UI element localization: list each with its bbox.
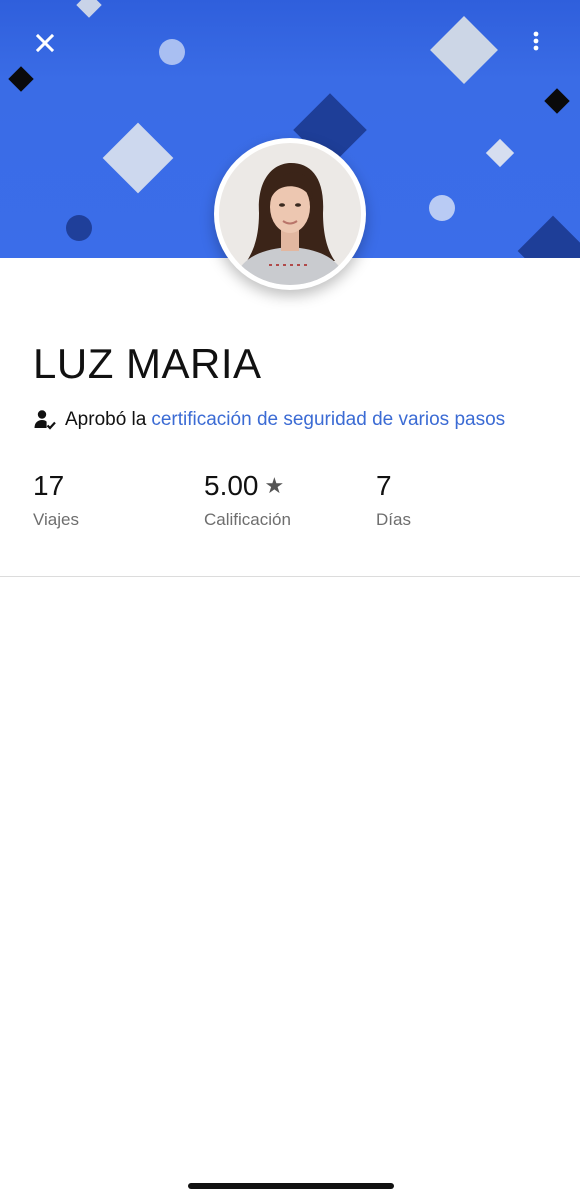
avatar [214, 138, 366, 290]
star-icon: ★ [264, 473, 285, 498]
stat-trips: 17 Viajes [33, 470, 79, 530]
stat-rating-label: Calificación [204, 510, 291, 529]
deco-circle [159, 39, 185, 65]
profile-name: LUZ MARIA [33, 340, 262, 387]
deco-diamond [485, 138, 515, 168]
deco-diamond [430, 16, 498, 84]
deco-diamond [102, 122, 174, 194]
deco-circle [429, 195, 455, 221]
stat-rating-value: 5.00 [204, 470, 259, 501]
stat-trips-value: 17 [33, 470, 65, 501]
certification-link[interactable]: certificación de seguridad de varios pas… [151, 409, 505, 431]
divider [0, 576, 580, 577]
close-icon [35, 33, 55, 53]
stat-days-label: Días [376, 510, 411, 529]
deco-diamond [76, 0, 102, 18]
more-vertical-icon [533, 31, 539, 51]
deco-diamond [544, 88, 570, 114]
stat-days: 7 Días [376, 470, 411, 530]
more-options-button[interactable] [524, 28, 548, 56]
deco-diamond [8, 66, 34, 92]
profile-photo [219, 143, 361, 285]
stat-rating-value-row: 5.00 ★ [204, 470, 291, 502]
home-indicator[interactable] [188, 1183, 394, 1189]
certification-prefix: Aprobó la [65, 409, 147, 430]
verified-user-icon [34, 410, 56, 430]
deco-circle [66, 215, 92, 241]
safety-certification: Aprobó la certificación de seguridad de … [33, 406, 505, 434]
stat-rating: 5.00 ★ Calificación [204, 470, 291, 530]
stat-trips-label: Viajes [33, 510, 79, 529]
stat-days-value: 7 [376, 470, 392, 501]
deco-diamond [517, 215, 580, 258]
close-button[interactable] [30, 28, 60, 58]
